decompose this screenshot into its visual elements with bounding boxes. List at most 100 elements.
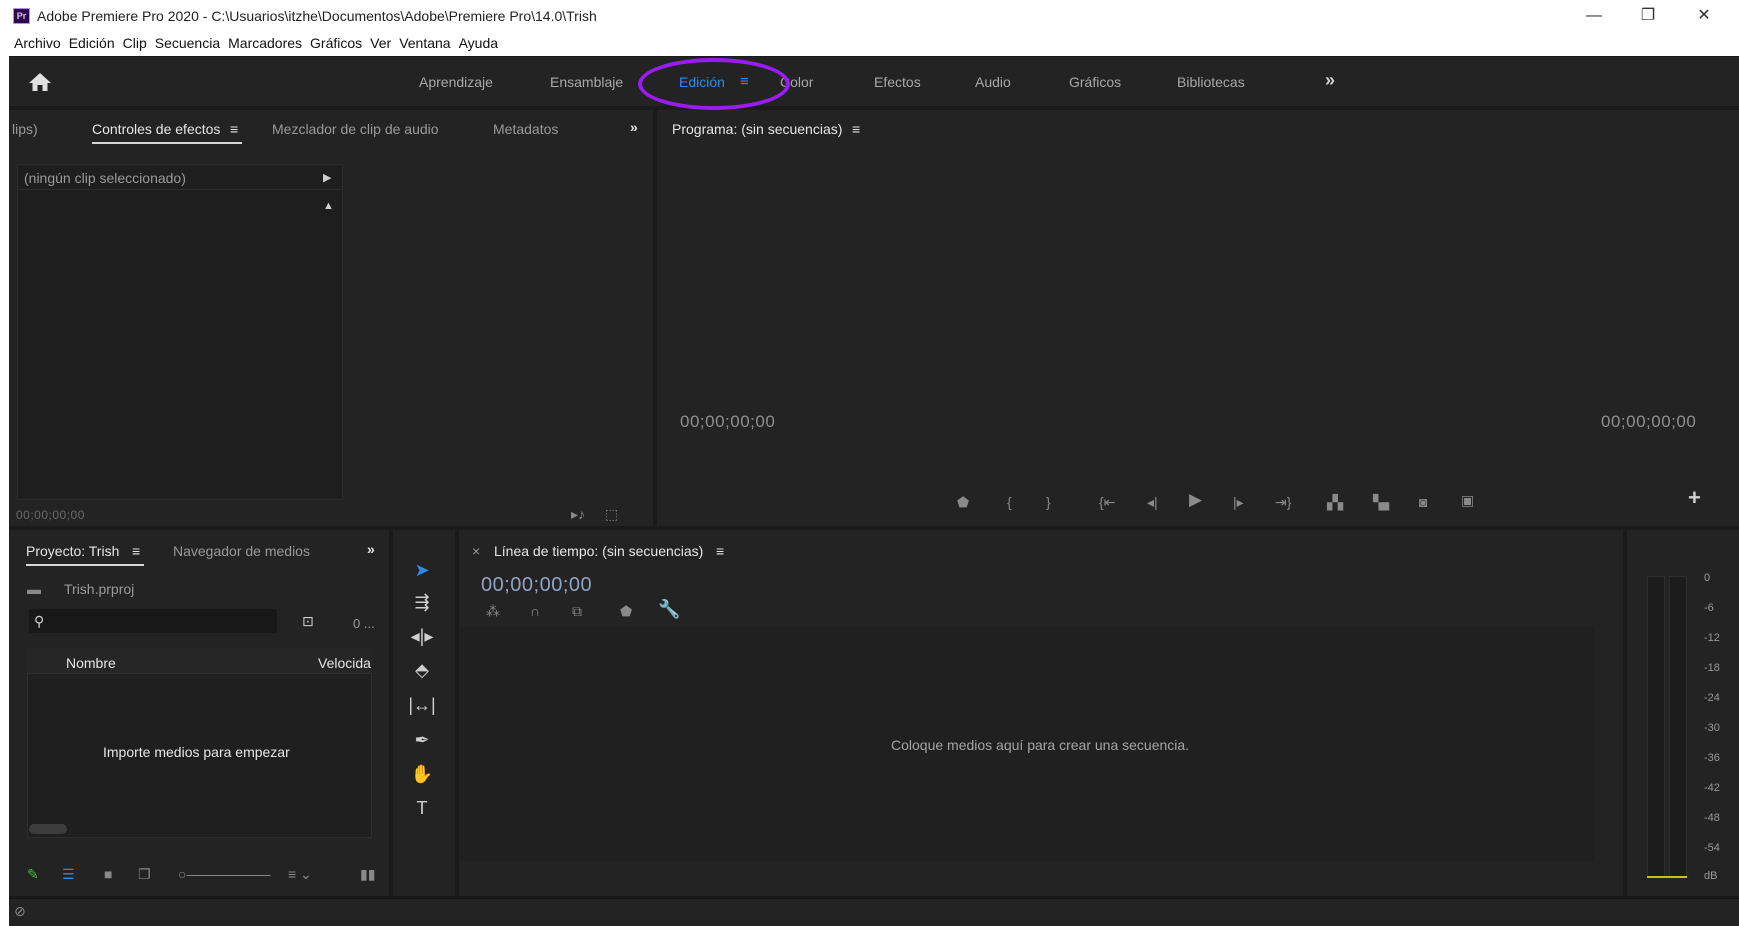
list-view-icon[interactable]: ☰ (62, 866, 75, 882)
step-forward-icon[interactable]: |▸ (1233, 494, 1244, 510)
audio-meter-right-channel (1669, 576, 1687, 878)
workspace-tab-efectos[interactable]: Efectos (874, 72, 921, 92)
creative-cloud-sync-icon[interactable]: ⊘ (14, 903, 26, 919)
camera-icon[interactable]: ◙ (1419, 494, 1427, 510)
compare-icon[interactable]: ▣ (1461, 492, 1474, 508)
scroll-up-icon[interactable]: ▲ (323, 198, 334, 214)
highlight-annotation-circle (638, 58, 790, 110)
step-back-icon[interactable]: ◂| (1147, 494, 1158, 510)
timeline-close-icon[interactable]: × (472, 542, 480, 560)
timeline-marker-icon[interactable]: ⬟ (620, 603, 632, 619)
menu-bar: Archivo Edición Clip Secuencia Marcadore… (0, 32, 1739, 54)
title-bar: Pr Adobe Premiere Pro 2020 - C:\Usuarios… (0, 0, 1739, 32)
add-button-icon[interactable]: + (1688, 487, 1701, 509)
active-tab-indicator (92, 142, 242, 144)
workspace-tab-aprendizaje[interactable]: Aprendizaje (419, 72, 493, 92)
column-header-name[interactable]: Nombre (66, 654, 116, 672)
go-to-in-icon[interactable]: {⇤ (1099, 494, 1115, 510)
icon-view-icon[interactable]: ■ (104, 866, 112, 882)
db-scale-30: -30 (1704, 722, 1720, 734)
panel-overflow-icon[interactable]: » (630, 118, 638, 136)
mark-out-icon[interactable]: } (1046, 494, 1051, 510)
slip-tool-icon[interactable]: |↔| (408, 691, 436, 719)
zoom-slider[interactable]: ○—————— (178, 866, 270, 882)
pencil-icon[interactable]: ✎ (27, 866, 39, 882)
export-frame-icon[interactable]: ⬚ (605, 506, 618, 522)
effect-controls-menu-icon[interactable]: ≡ (230, 120, 238, 138)
menu-ver[interactable]: Ver (370, 32, 391, 54)
play-triangle-icon[interactable]: ▶ (323, 170, 331, 186)
db-scale-6: -6 (1704, 602, 1714, 614)
lift-icon[interactable]: ▞▖ (1327, 494, 1349, 510)
db-scale-42: -42 (1704, 782, 1720, 794)
timeline-title[interactable]: Línea de tiempo: (sin secuencias) (494, 542, 703, 560)
db-scale-48: -48 (1704, 812, 1720, 824)
db-scale-36: -36 (1704, 752, 1720, 764)
restore-button[interactable]: ❐ (1628, 4, 1668, 28)
nest-icon[interactable]: ⁂ (486, 603, 500, 619)
tab-media-browser[interactable]: Navegador de medios (173, 542, 310, 560)
effect-controls-list (17, 164, 343, 500)
horizontal-scrollbar[interactable] (29, 824, 67, 834)
automate-icon[interactable]: ▮▮ (360, 866, 375, 882)
workspace-overflow-icon[interactable]: » (1325, 70, 1335, 91)
ripple-edit-tool-icon[interactable]: ◂|▸ (408, 622, 436, 650)
workspace-tab-audio[interactable]: Audio (975, 72, 1011, 92)
tab-metadata[interactable]: Metadatos (493, 120, 558, 138)
minimize-button[interactable]: — (1574, 4, 1614, 28)
sort-icon[interactable]: ≡ ⌄ (288, 866, 312, 882)
filter-icon[interactable]: ▸♪ (571, 506, 585, 522)
workspace-tab-ensamblaje[interactable]: Ensamblaje (550, 72, 623, 92)
close-button[interactable]: ✕ (1684, 4, 1724, 28)
add-marker-icon[interactable]: ⬟ (957, 494, 969, 510)
search-icon: ⚲ (34, 613, 45, 629)
selection-tool-icon[interactable]: ➤ (408, 556, 436, 584)
menu-archivo[interactable]: Archivo (14, 32, 61, 54)
tab-project[interactable]: Proyecto: Trish (26, 542, 119, 560)
menu-graficos[interactable]: Gráficos (310, 32, 362, 54)
menu-clip[interactable]: Clip (123, 32, 147, 54)
db-scale-54: -54 (1704, 842, 1720, 854)
track-select-tool-icon[interactable]: ⇶ (408, 588, 436, 616)
freeform-view-icon[interactable]: ❐ (138, 866, 151, 882)
program-monitor-menu-icon[interactable]: ≡ (852, 120, 860, 138)
status-bar (9, 898, 1739, 926)
wrench-icon[interactable]: 🔧 (658, 600, 680, 618)
snap-icon[interactable]: ∩ (530, 603, 540, 619)
timeline-timecode[interactable]: 00;00;00;00 (481, 574, 592, 597)
find-icon[interactable]: ⊡ (302, 613, 314, 629)
project-active-tab-indicator (26, 564, 144, 566)
workspace-tab-bibliotecas[interactable]: Bibliotecas (1177, 72, 1245, 92)
type-tool-icon[interactable]: T (408, 794, 436, 822)
tab-effect-controls[interactable]: Controles de efectos (92, 120, 220, 138)
workspace-tab-graficos[interactable]: Gráficos (1069, 72, 1121, 92)
timeline-menu-icon[interactable]: ≡ (716, 542, 724, 560)
linked-selection-icon[interactable]: ⧉ (572, 603, 582, 619)
column-header-speed[interactable]: Velocida (318, 654, 371, 672)
extract-icon[interactable]: ▚▖ (1373, 494, 1395, 510)
menu-ventana[interactable]: Ventana (399, 32, 450, 54)
go-to-out-icon[interactable]: ⇥} (1275, 494, 1291, 510)
program-monitor-title[interactable]: Programa: (sin secuencias) (672, 120, 842, 138)
db-scale-24: -24 (1704, 692, 1720, 704)
pen-tool-icon[interactable]: ✒ (408, 726, 436, 754)
home-icon[interactable] (28, 72, 52, 92)
project-overflow-icon[interactable]: » (367, 540, 375, 558)
bin-icon: ▬ (27, 581, 41, 597)
tab-audio-clip-mixer[interactable]: Mezclador de clip de audio (272, 120, 439, 138)
db-unit-label: dB (1704, 870, 1718, 882)
menu-secuencia[interactable]: Secuencia (155, 32, 220, 54)
project-menu-icon[interactable]: ≡ (132, 542, 140, 560)
mark-in-icon[interactable]: { (1007, 494, 1012, 510)
hand-tool-icon[interactable]: ✋ (408, 760, 436, 788)
menu-edicion[interactable]: Edición (69, 32, 115, 54)
db-scale-0: 0 (1704, 572, 1711, 584)
project-search-input[interactable] (29, 609, 277, 633)
program-timecode-current[interactable]: 00;00;00;00 (680, 412, 775, 432)
play-icon[interactable]: ▶ (1189, 491, 1202, 508)
menu-ayuda[interactable]: Ayuda (459, 32, 498, 54)
tab-project-clips[interactable]: lips) (12, 120, 38, 138)
razor-tool-icon[interactable]: ⬘ (408, 656, 436, 684)
audio-meter-left-channel (1647, 576, 1665, 878)
menu-marcadores[interactable]: Marcadores (228, 32, 302, 54)
